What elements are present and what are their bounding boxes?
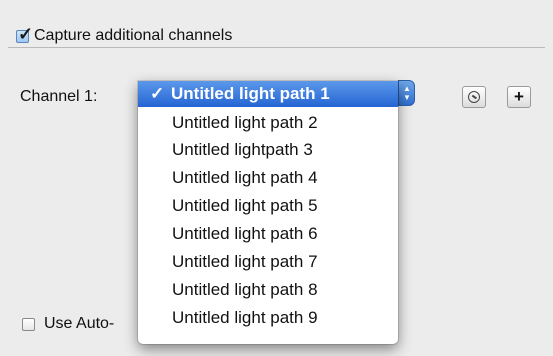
menu-item[interactable]: Untitled light path 7: [138, 249, 398, 275]
remove-channel-button[interactable]: [462, 86, 486, 108]
menu-item-label: Untitled light path 2: [172, 113, 318, 132]
menu-item-label: Untitled light path 7: [172, 252, 318, 271]
menu-item-label: Untitled light path 8: [172, 280, 318, 299]
menu-item[interactable]: Untitled light path 5: [138, 193, 398, 219]
chevron-up-icon: ▲: [403, 84, 411, 93]
checkmark-icon: ✓: [150, 84, 165, 103]
add-channel-button[interactable]: +: [507, 86, 531, 108]
menu-item[interactable]: Untitled light path 6: [138, 221, 398, 247]
menu-item-label: Untitled light path 6: [172, 224, 318, 243]
menu-item-label: Untitled lightpath 3: [172, 140, 313, 159]
menu-item[interactable]: ✓ Untitled light path 1: [138, 81, 398, 107]
menu-item-label: Untitled light path 1: [171, 84, 330, 103]
use-auto-checkbox[interactable]: [22, 318, 35, 331]
checkmark-icon: ✓: [18, 24, 34, 44]
menu-item-label: Untitled light path 9: [172, 308, 318, 327]
capture-channels-label: Capture additional channels: [34, 27, 237, 45]
menu-item[interactable]: Untitled light path 2: [138, 110, 398, 136]
menu-item[interactable]: Untitled light path 9: [138, 305, 398, 331]
menu-item[interactable]: Untitled lightpath 3: [138, 137, 398, 163]
menu-item[interactable]: Untitled light path 8: [138, 277, 398, 303]
channel-popup-menu[interactable]: ✓ Untitled light path 1 Untitled light p…: [138, 81, 398, 344]
popup-stepper-arrows[interactable]: ▲ ▼: [398, 80, 415, 106]
use-auto-label: Use Auto-: [44, 315, 115, 332]
menu-item-label: Untitled light path 4: [172, 168, 318, 187]
menu-item[interactable]: Untitled light path 4: [138, 165, 398, 191]
capture-channels-checkbox[interactable]: ✓: [16, 25, 33, 43]
chevron-down-icon: ▼: [403, 93, 411, 102]
menu-item-label: Untitled light path 5: [172, 196, 318, 215]
channel-label: Channel 1:: [20, 88, 98, 105]
group-box-border: [8, 47, 545, 48]
